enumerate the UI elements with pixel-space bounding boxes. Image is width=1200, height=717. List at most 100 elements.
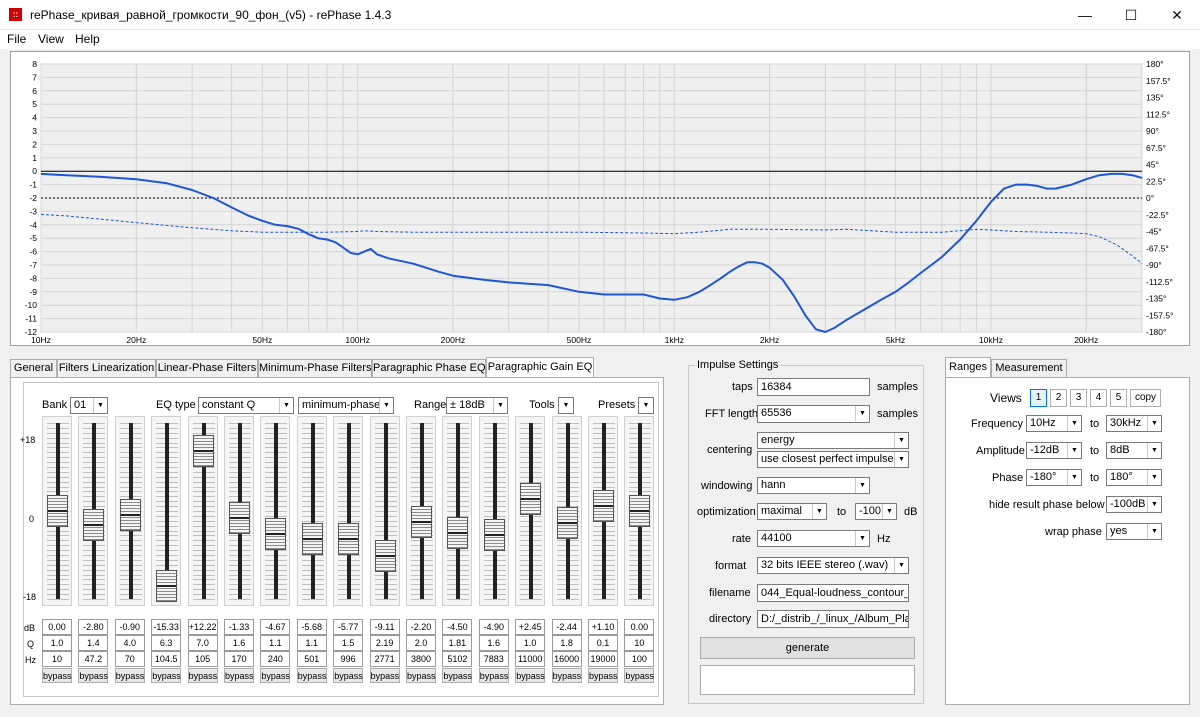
band-db-input[interactable]: -4.50 xyxy=(442,619,473,635)
fader-thumb[interactable] xyxy=(229,501,250,534)
eq-type-select[interactable]: constant Q ▼ xyxy=(198,397,294,414)
taps-input[interactable]: 16384 xyxy=(757,378,870,396)
optimization-db-select[interactable]: -100 ▼ xyxy=(855,503,897,520)
band-db-input[interactable]: -0.90 xyxy=(114,619,145,635)
band-q-input[interactable]: 1.8 xyxy=(551,635,582,651)
fader-thumb[interactable] xyxy=(301,522,323,555)
phase-mode-select[interactable]: minimum-phase ▼ xyxy=(298,397,394,414)
band-bypass-button[interactable]: bypass xyxy=(478,668,509,683)
band-hz-input[interactable]: 501 xyxy=(296,651,327,667)
eq-fader[interactable] xyxy=(442,416,473,606)
fader-thumb[interactable] xyxy=(629,495,651,527)
tab-paragraphic-gain-eq[interactable]: Paragraphic Gain EQ xyxy=(486,357,594,377)
phase-from-select[interactable]: -180° ▼ xyxy=(1026,469,1082,486)
maximize-button[interactable]: ☐ xyxy=(1108,0,1154,30)
tab-general[interactable]: General xyxy=(10,359,57,377)
band-q-input[interactable]: 0.1 xyxy=(588,635,618,651)
fader-thumb[interactable] xyxy=(338,523,360,556)
bank-select[interactable]: 01 ▼ xyxy=(70,397,108,414)
fader-thumb[interactable] xyxy=(411,505,432,538)
tools-menu-button[interactable]: ▼ xyxy=(558,397,574,414)
phase-to-select[interactable]: 180° ▼ xyxy=(1106,469,1162,486)
view-4-button[interactable]: 4 xyxy=(1090,389,1107,407)
band-hz-input[interactable]: 5102 xyxy=(442,651,473,667)
eq-fader[interactable] xyxy=(114,416,145,606)
fader-thumb[interactable] xyxy=(265,517,287,550)
fader-thumb[interactable] xyxy=(374,539,396,572)
band-hz-input[interactable]: 11000 xyxy=(515,651,546,667)
centering-select[interactable]: energy ▼ xyxy=(757,432,909,449)
centering-mode-select[interactable]: use closest perfect impulse ▼ xyxy=(757,451,909,468)
eq-fader[interactable] xyxy=(187,416,218,606)
eq-fader[interactable] xyxy=(478,416,509,606)
eq-fader[interactable] xyxy=(333,416,364,606)
generate-button[interactable]: generate xyxy=(700,637,915,659)
minimize-button[interactable]: — xyxy=(1062,0,1108,30)
band-hz-input[interactable]: 10 xyxy=(42,651,72,667)
band-q-input[interactable]: 1.0 xyxy=(42,635,72,651)
response-graph[interactable]: 8 7 6 5 4 3 2 1 0 -1 -2 -3 -4 -5 -6 -7 -8 -9 -10 -11 -12 180°… xyxy=(10,51,1190,346)
eq-fader[interactable] xyxy=(406,416,436,606)
band-db-input[interactable]: -2.80 xyxy=(78,619,109,635)
eq-fader[interactable] xyxy=(515,416,546,606)
view-1-button[interactable]: 1 xyxy=(1030,389,1047,407)
band-bypass-button[interactable]: bypass xyxy=(442,668,473,683)
eq-fader[interactable] xyxy=(151,416,182,606)
band-q-input[interactable]: 1.1 xyxy=(296,635,327,651)
rate-select[interactable]: 44100 ▼ xyxy=(757,530,870,547)
fader-thumb[interactable] xyxy=(83,508,105,541)
band-bypass-button[interactable]: bypass xyxy=(78,668,109,683)
band-db-input[interactable]: -9.11 xyxy=(369,619,400,635)
tab-filters-linearization[interactable]: Filters Linearization xyxy=(57,359,156,377)
band-q-input[interactable]: 4.0 xyxy=(114,635,145,651)
frequency-to-select[interactable]: 30kHz ▼ xyxy=(1106,415,1162,432)
view-3-button[interactable]: 3 xyxy=(1070,389,1087,407)
eq-fader[interactable] xyxy=(260,416,291,606)
eq-fader[interactable] xyxy=(624,416,655,606)
view-2-button[interactable]: 2 xyxy=(1050,389,1067,407)
band-q-input[interactable]: 10 xyxy=(624,635,655,651)
band-hz-input[interactable]: 3800 xyxy=(406,651,436,667)
band-hz-input[interactable]: 104.5 xyxy=(151,651,182,667)
fader-thumb[interactable] xyxy=(192,435,214,468)
presets-menu-button[interactable]: ▼ xyxy=(638,397,654,414)
tab-measurement[interactable]: Measurement xyxy=(991,359,1067,377)
band-q-input[interactable]: 2.19 xyxy=(369,635,400,651)
tab-ranges[interactable]: Ranges xyxy=(945,357,991,377)
amplitude-from-select[interactable]: -12dB ▼ xyxy=(1026,442,1082,459)
tab-paragraphic-phase-eq[interactable]: Paragraphic Phase EQ xyxy=(372,359,486,377)
band-bypass-button[interactable]: bypass xyxy=(42,668,72,683)
band-q-input[interactable]: 2.0 xyxy=(406,635,436,651)
frequency-from-select[interactable]: 10Hz ▼ xyxy=(1026,415,1082,432)
eq-fader[interactable] xyxy=(296,416,327,606)
band-bypass-button[interactable]: bypass xyxy=(369,668,400,683)
band-bypass-button[interactable]: bypass xyxy=(224,668,254,683)
band-bypass-button[interactable]: bypass xyxy=(296,668,327,683)
eq-fader[interactable] xyxy=(78,416,109,606)
wrap-phase-select[interactable]: yes ▼ xyxy=(1106,523,1162,540)
band-hz-input[interactable]: 240 xyxy=(260,651,291,667)
band-db-input[interactable]: -5.68 xyxy=(296,619,327,635)
fader-thumb[interactable] xyxy=(520,483,542,516)
close-button[interactable]: ✕ xyxy=(1154,0,1200,30)
format-select[interactable]: 32 bits IEEE stereo (.wav) ▼ xyxy=(757,557,909,574)
band-bypass-button[interactable]: bypass xyxy=(114,668,145,683)
menu-help[interactable]: Help xyxy=(75,32,100,46)
band-db-input[interactable]: +12.22 xyxy=(187,619,218,635)
band-db-input[interactable]: +1.10 xyxy=(588,619,618,635)
band-bypass-button[interactable]: bypass xyxy=(260,668,291,683)
band-hz-input[interactable]: 16000 xyxy=(551,651,582,667)
band-db-input[interactable]: -2.20 xyxy=(406,619,436,635)
band-db-input[interactable]: -4.90 xyxy=(478,619,509,635)
hide-phase-select[interactable]: -100dB ▼ xyxy=(1106,496,1162,513)
band-q-input[interactable]: 1.0 xyxy=(515,635,546,651)
band-q-input[interactable]: 6.3 xyxy=(151,635,182,651)
fader-thumb[interactable] xyxy=(47,495,68,527)
band-hz-input[interactable]: 105 xyxy=(187,651,218,667)
fader-thumb[interactable] xyxy=(483,518,505,551)
band-bypass-button[interactable]: bypass xyxy=(151,668,182,683)
range-select[interactable]: ± 18dB ▼ xyxy=(446,397,508,414)
band-hz-input[interactable]: 19000 xyxy=(588,651,618,667)
band-bypass-button[interactable]: bypass xyxy=(406,668,436,683)
band-db-input[interactable]: 0.00 xyxy=(624,619,655,635)
